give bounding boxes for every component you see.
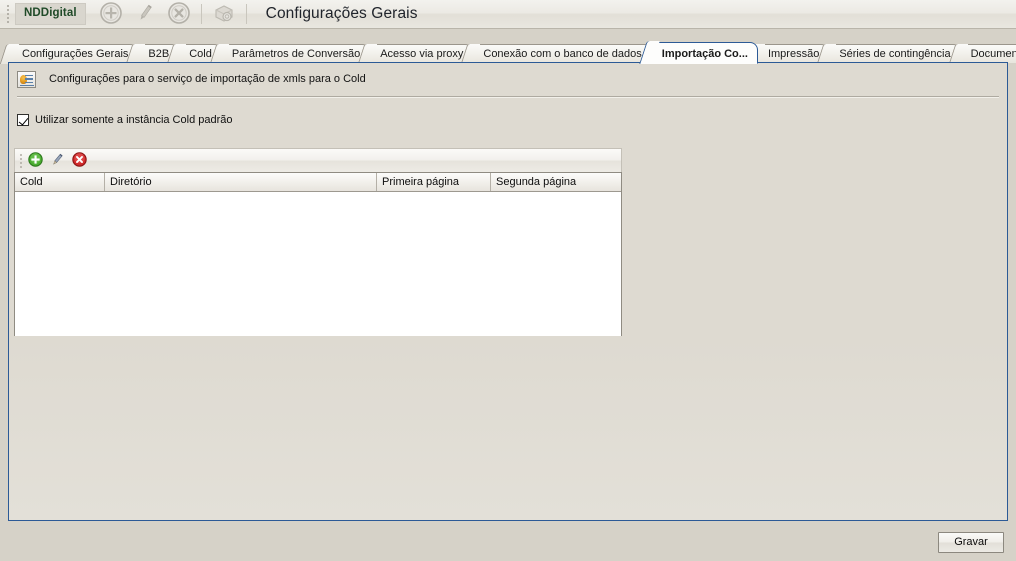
grid-add-button[interactable]	[24, 150, 46, 172]
default-cold-instance-checkbox[interactable]	[17, 114, 29, 126]
save-button[interactable]: Gravar	[938, 532, 1004, 553]
tab-parametros-de-conversao[interactable]: Parâmetros de Conversão	[217, 44, 371, 63]
tab-series-de-contingencia[interactable]: Séries de contingência	[825, 44, 961, 63]
titlebar-toolbar	[94, 1, 252, 28]
tab-acesso-via-proxy[interactable]: Acesso via proxy	[366, 44, 474, 63]
tab-conexao-com-o-banco-de-dados[interactable]: Conexão com o banco de dados	[469, 44, 652, 63]
tab-list: Configurações Gerais B2B Cold Parâmetros…	[8, 42, 1016, 64]
toolbar-separator-1	[200, 4, 202, 24]
grid-delete-icon	[71, 151, 87, 170]
tab-label: Configurações Gerais	[22, 48, 129, 60]
tab-scroll-right-icon[interactable]	[999, 46, 1012, 61]
tab-label: B2B	[148, 48, 170, 60]
cancel-icon	[167, 1, 191, 28]
tab-label: Parâmetros de Conversão	[231, 48, 361, 60]
cold-directories-block: Cold Diretório Primeira página Segunda p…	[14, 148, 622, 336]
tab-label: Impressão	[767, 48, 820, 60]
tab-importacao-cold[interactable]: Importação Co...	[647, 42, 758, 64]
grid-header-primeira-pagina[interactable]: Primeira página	[377, 173, 491, 191]
grid-header-row: Cold Diretório Primeira página Segunda p…	[15, 173, 621, 192]
grid-header-diretorio[interactable]: Diretório	[105, 173, 377, 191]
toolbar-drag-grip[interactable]	[3, 3, 12, 25]
tab-strip: Configurações Gerais B2B Cold Parâmetros…	[0, 29, 1016, 64]
grid-add-icon	[27, 151, 43, 170]
tab-scroll-left-icon[interactable]	[982, 46, 995, 61]
tab-label: Séries de contingência	[839, 48, 951, 60]
footer-bar: Gravar	[0, 521, 1016, 561]
tab-label: Acesso via proxy	[380, 48, 464, 60]
add-icon	[99, 1, 123, 28]
deploy-icon	[212, 1, 236, 28]
brand-logo: NDDigital	[15, 3, 86, 25]
grid-edit-icon	[50, 152, 65, 170]
tab-label: Importação Co...	[661, 48, 748, 60]
section-description-row: Configurações para o serviço de importaç…	[9, 63, 1007, 95]
grid-header-cold[interactable]: Cold	[15, 173, 105, 191]
deploy-icon-button[interactable]	[207, 1, 241, 28]
grid-toolbar	[14, 148, 622, 172]
default-cold-instance-checkbox-row[interactable]: Utilizar somente a instância Cold padrão	[17, 114, 233, 126]
tab-label: Conexão com o banco de dados	[483, 48, 642, 60]
grid-header-segunda-pagina[interactable]: Segunda página	[491, 173, 621, 191]
application-titlebar: NDDigital Configurações Gerais	[0, 0, 1016, 29]
cold-directories-grid[interactable]: Cold Diretório Primeira página Segunda p…	[14, 172, 622, 336]
toolbar-separator-2	[245, 4, 247, 24]
grid-body[interactable]	[15, 192, 621, 336]
tab-content-panel: Configurações para o serviço de importaç…	[8, 62, 1008, 521]
grid-toolbar-grip[interactable]	[17, 152, 24, 170]
default-cold-instance-label: Utilizar somente a instância Cold padrão	[35, 114, 233, 126]
cancel-icon-button[interactable]	[162, 1, 196, 28]
grid-edit-button[interactable]	[46, 150, 68, 172]
add-icon-button[interactable]	[94, 1, 128, 28]
edit-pencil-icon	[133, 1, 157, 28]
tab-content-inner: Configurações para o serviço de importaç…	[9, 63, 1007, 520]
page-title: Configurações Gerais	[265, 5, 418, 22]
tab-label: Cold	[189, 48, 212, 60]
tab-configuracoes-gerais[interactable]: Configurações Gerais	[8, 44, 139, 63]
id-card-icon	[17, 70, 36, 88]
edit-pencil-icon-button[interactable]	[128, 1, 162, 28]
grid-delete-button[interactable]	[68, 150, 90, 172]
section-description: Configurações para o serviço de importaç…	[49, 73, 366, 85]
tab-scroll-controls	[982, 44, 1012, 62]
section-divider	[17, 96, 999, 98]
